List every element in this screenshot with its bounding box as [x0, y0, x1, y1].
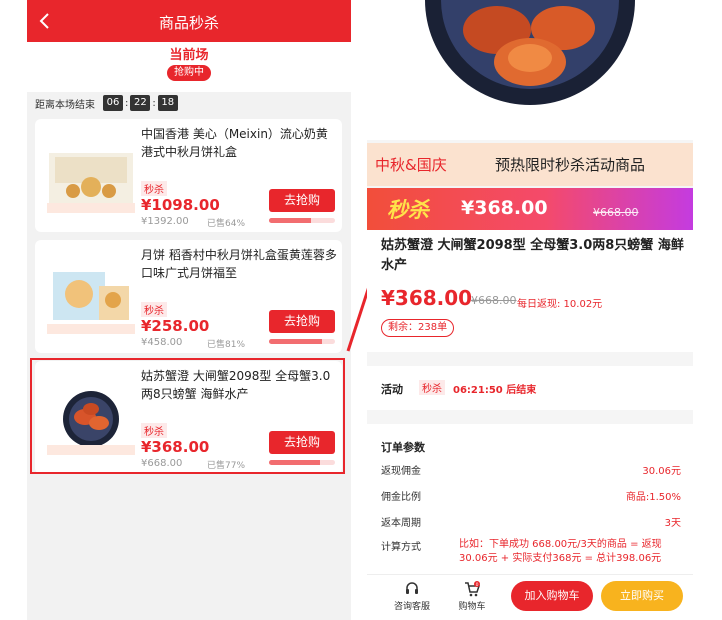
seckill-mark: 秒杀	[387, 198, 429, 222]
header-bar: 商品秒杀	[27, 0, 351, 42]
param-row: 佣金比例 商品:1.50%	[381, 488, 681, 503]
grab-button[interactable]: 去抢购	[269, 310, 335, 333]
page-title: 商品秒杀	[158, 14, 219, 32]
param-row: 计算方式 比如：下单成功 668.00元/3天的商品 = 返现30.06元 + …	[381, 538, 681, 564]
activity-label: 活动	[381, 383, 403, 396]
buy-now-button[interactable]: 立即购买	[601, 581, 683, 611]
seckill-tag: 秒杀	[141, 302, 167, 317]
param-row: 返本周期 3天	[381, 514, 681, 529]
countdown-minutes: 22	[130, 95, 151, 111]
sold-percent: 已售81%	[207, 340, 246, 350]
headset-icon	[406, 582, 418, 594]
sold-progress-bar	[269, 218, 335, 223]
params-title: 订单参数	[381, 441, 425, 454]
add-to-cart-button[interactable]: 加入购物车	[511, 581, 593, 611]
sold-percent: 已售64%	[207, 219, 246, 229]
param-label: 计算方式	[381, 542, 421, 553]
original-price: ¥668.00	[471, 294, 517, 307]
product-title: 中国香港 美心（Meixin）流心奶黄 港式中秋月饼礼盒	[141, 127, 328, 159]
session-header: 当前场 抢购中	[27, 42, 351, 92]
original-price: ¥1392.00	[141, 216, 189, 227]
remaining-badge: 剩余：238单	[381, 319, 455, 337]
product-card[interactable]: 中国香港 美心（Meixin）流心奶黄 港式中秋月饼礼盒 秒杀 ¥1098.00…	[35, 119, 342, 232]
banner-festival-text: 中秋&国庆	[375, 156, 447, 174]
cart-button[interactable]: 0 购物车	[447, 581, 497, 612]
colon: :	[152, 97, 156, 109]
service-label: 咨询客服	[393, 602, 430, 612]
original-price: ¥458.00	[141, 337, 183, 348]
countdown-hours: 06	[103, 95, 123, 111]
activity-tag: 秒杀	[419, 380, 445, 395]
order-params: 订单参数 返现佣金 30.06元 佣金比例 商品:1.50% 返本周期 3天 计…	[367, 424, 693, 574]
param-value: 商品:1.50%	[625, 492, 681, 503]
grab-button[interactable]: 去抢购	[269, 189, 335, 212]
activity-countdown: 06:21:50 后结束	[453, 385, 537, 396]
sold-progress-bar	[269, 339, 335, 344]
seckill-tag: 秒杀	[141, 181, 167, 196]
session-name[interactable]: 当前场	[27, 44, 351, 63]
current-price: ¥368.00	[381, 286, 473, 310]
cart-count: 0	[476, 582, 479, 588]
crab-product-image	[367, 0, 693, 140]
countdown-seconds: 18	[157, 95, 178, 111]
countdown-label: 距离本场结束	[35, 99, 95, 111]
seckill-list-screen: 商品秒杀 当前场 抢购中 距离本场结束 06 : 22 : 18 中国香港 美心…	[27, 0, 351, 620]
bottom-action-bar: 咨询客服 0 购物车 加入购物车 立即购买	[367, 574, 693, 620]
daily-rebate: 每日返现: 10.02元	[517, 299, 603, 310]
highlight-box	[30, 358, 345, 474]
cart-icon: 0	[465, 581, 480, 597]
product-title: 月饼 稻香村中秋月饼礼盒蛋黄莲蓉多口味广式月饼福至	[141, 248, 337, 280]
promo-price: ¥368.00	[461, 197, 548, 219]
customer-service-button[interactable]: 咨询客服	[387, 581, 437, 612]
cart-label: 购物车	[458, 602, 486, 612]
product-price: ¥258.00	[141, 317, 210, 335]
countdown-row: 距离本场结束 06 : 22 : 18	[35, 95, 178, 111]
seckill-price-bar: 秒杀 ¥368.00 ¥668.00	[367, 188, 693, 230]
activity-row: 活动 秒杀 06:21:50 后结束	[367, 366, 693, 410]
banner-campaign-text: 预热限时秒杀活动商品	[495, 156, 646, 174]
param-value: 30.06元	[642, 466, 681, 477]
product-card[interactable]: 月饼 稻香村中秋月饼礼盒蛋黄莲蓉多口味广式月饼福至 秒杀 ¥258.00 ¥45…	[35, 240, 342, 353]
param-value: 比如：下单成功 668.00元/3天的商品 = 返现30.06元 + 实际支付3…	[459, 539, 662, 564]
product-title: 姑苏蟹澄 大闸蟹2098型 全母蟹3.0两8只螃蟹 海鲜水产	[381, 238, 684, 273]
mooncake-gift-image	[47, 272, 135, 334]
param-label: 返现佣金	[381, 466, 421, 477]
session-status-badge: 抢购中	[167, 65, 211, 81]
festival-banner: 中秋&国庆 预热限时秒杀活动商品	[367, 143, 693, 186]
screenshot-root: 商品秒杀 当前场 抢购中 距离本场结束 06 : 22 : 18 中国香港 美心…	[0, 0, 722, 620]
param-value: 3天	[664, 518, 681, 529]
product-info: 姑苏蟹澄 大闸蟹2098型 全母蟹3.0两8只螃蟹 海鲜水产 ¥368.00 ¥…	[367, 230, 693, 352]
promo-original-price: ¥668.00	[593, 206, 639, 219]
mooncake-box-image	[47, 153, 135, 213]
param-label: 返本周期	[381, 518, 421, 529]
param-row: 返现佣金 30.06元	[381, 462, 681, 477]
product-price: ¥1098.00	[141, 196, 220, 214]
param-label: 佣金比例	[381, 492, 421, 503]
colon: :	[125, 97, 129, 109]
product-detail-screen: 中秋&国庆 预热限时秒杀活动商品 秒杀 ¥368.00 ¥668.00 姑苏蟹澄…	[367, 0, 693, 620]
